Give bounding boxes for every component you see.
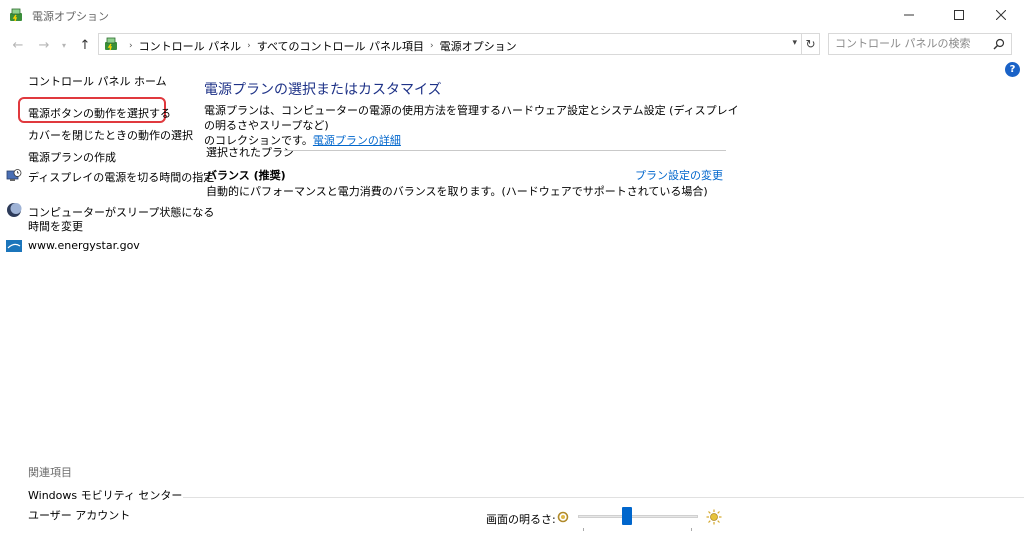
moon-icon xyxy=(7,203,22,217)
chevron-right-icon[interactable]: › xyxy=(430,41,434,51)
sidebar-item-lid-close[interactable]: カバーを閉じたときの動作の選択 xyxy=(28,127,193,143)
window-title: 電源オプション xyxy=(32,10,109,23)
help-icon[interactable]: ? xyxy=(1005,62,1020,77)
forward-button[interactable]: → xyxy=(35,36,53,54)
bottom-divider xyxy=(183,497,1024,498)
refresh-icon: ↻ xyxy=(805,37,816,51)
control-panel-home-link[interactable]: コントロール パネル ホーム xyxy=(28,73,167,89)
energystar-icon xyxy=(6,240,22,252)
arrow-left-icon: ← xyxy=(12,37,24,53)
control-panel-icon xyxy=(105,37,117,51)
up-button[interactable]: ↑ xyxy=(76,36,94,54)
maximize-button[interactable] xyxy=(936,0,982,30)
change-plan-settings-link[interactable]: プラン設定の変更 xyxy=(635,167,723,183)
section-divider xyxy=(284,150,726,151)
search-input[interactable] xyxy=(835,37,985,50)
chevron-right-icon[interactable]: › xyxy=(247,41,251,51)
slider-tick xyxy=(583,528,584,531)
title-bar: 電源オプション xyxy=(0,0,1024,30)
brightness-low-icon xyxy=(557,511,569,523)
power-options-icon xyxy=(10,8,22,22)
minimize-icon xyxy=(904,14,914,16)
section-title: 選択されたプラン xyxy=(206,146,294,159)
sidebar-item-energystar[interactable]: www.energystar.gov xyxy=(28,239,140,252)
close-icon xyxy=(996,10,1006,20)
close-button[interactable] xyxy=(978,0,1024,30)
monitor-clock-icon xyxy=(6,169,22,181)
navigation-bar: ← → ▾ ↑ › コントロール パネル › すべてのコントロール パネル項目 … xyxy=(0,32,1024,58)
sidebar-item-display-off[interactable]: ディスプレイの電源を切る時間の指定 xyxy=(28,169,214,185)
page-title: 電源プランの選択またはカスタマイズ xyxy=(204,82,442,98)
slider-track[interactable] xyxy=(578,515,698,518)
chevron-down-icon: ▾ xyxy=(61,40,66,50)
related-title: 関連項目 xyxy=(28,466,72,479)
arrow-up-icon: ↑ xyxy=(79,37,91,53)
brightness-high-icon xyxy=(706,509,722,525)
page-description: 電源プランは、コンピューターの電源の使用方法を管理するハードウェア設定とシステム… xyxy=(204,103,744,148)
breadcrumb-control-panel[interactable]: コントロール パネル xyxy=(139,38,242,54)
plan-name: バランス (推奨) xyxy=(206,169,286,182)
back-button[interactable]: ← xyxy=(9,36,27,54)
sidebar-item-power-button[interactable]: 電源ボタンの動作を選択する xyxy=(28,105,171,121)
search-icon[interactable] xyxy=(993,38,1005,50)
related-user-accounts[interactable]: ユーザー アカウント xyxy=(28,507,130,523)
related-mobility-center[interactable]: Windows モビリティ センター xyxy=(28,487,182,503)
slider-thumb[interactable] xyxy=(622,507,632,525)
sidebar-item-sleep-time-line2[interactable]: 時間を変更 xyxy=(28,218,83,234)
recent-locations-button[interactable]: ▾ xyxy=(58,36,70,54)
maximize-icon xyxy=(954,10,964,20)
brightness-label: 画面の明るさ: xyxy=(486,513,556,526)
chevron-right-icon: › xyxy=(129,41,133,51)
brightness-slider[interactable] xyxy=(578,505,698,533)
address-dropdown-icon[interactable]: ▾ xyxy=(792,38,797,48)
sidebar-item-create-plan[interactable]: 電源プランの作成 xyxy=(28,149,116,165)
plan-description: 自動的にパフォーマンスと電力消費のバランスを取ります。(ハードウェアでサポートさ… xyxy=(206,185,708,198)
breadcrumb-power-options[interactable]: 電源オプション xyxy=(440,38,517,54)
breadcrumb: › コントロール パネル › すべてのコントロール パネル項目 › 電源オプショ… xyxy=(123,38,517,54)
power-plan-details-link[interactable]: 電源プランの詳細 xyxy=(313,134,401,147)
description-line1: 電源プランは、コンピューターの電源の使用方法を管理するハードウェア設定とシステム… xyxy=(204,104,739,132)
refresh-button[interactable]: ↻ xyxy=(802,33,820,55)
minimize-button[interactable] xyxy=(886,0,932,30)
left-pane: コントロール パネル ホーム 電源ボタンの動作を選択する カバーを閉じたときの動… xyxy=(0,60,214,540)
arrow-right-icon: → xyxy=(38,37,50,53)
breadcrumb-all-items[interactable]: すべてのコントロール パネル項目 xyxy=(257,38,424,54)
slider-tick xyxy=(691,528,692,531)
address-bar[interactable]: › コントロール パネル › すべてのコントロール パネル項目 › 電源オプショ… xyxy=(98,33,802,55)
search-box[interactable] xyxy=(828,33,1012,55)
